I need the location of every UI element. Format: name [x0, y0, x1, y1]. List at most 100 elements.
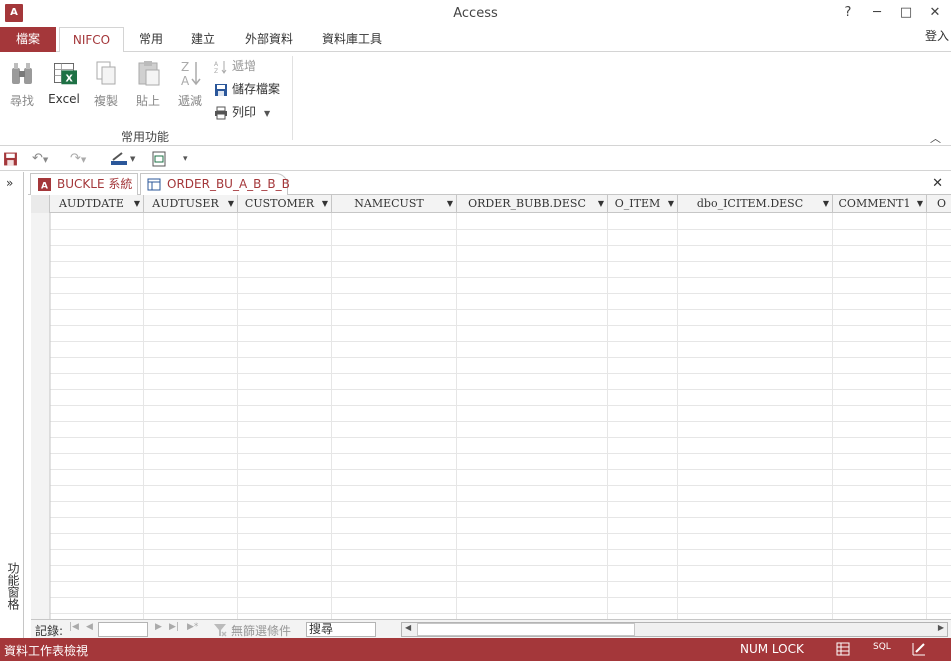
column-header[interactable]: CUSTOMER ▼: [238, 195, 332, 213]
undo-icon[interactable]: ↶▼: [32, 150, 48, 168]
customize-qat-icon[interactable]: ▾: [183, 150, 188, 168]
sort-az-icon: A Z: [214, 60, 227, 74]
descending-label: 遞減: [177, 94, 202, 108]
save-file-button[interactable]: 儲存檔案: [214, 79, 280, 99]
doctab-label: ORDER_BU_A_B_B_B: [167, 177, 290, 191]
status-bar: 資料工作表檢視 NUM LOCK SQL: [0, 638, 951, 661]
doctab-order-query[interactable]: ORDER_BU_A_B_B_B: [140, 173, 290, 195]
design-view-icon[interactable]: [912, 642, 926, 656]
excel-label: Excel: [48, 92, 80, 106]
ribbon-group-divider: [292, 56, 293, 140]
ribbon-tabs: 檔案 NIFCO 常用 建立 外部資料 資料庫工具: [0, 27, 951, 53]
navigation-pane: » 功能窗格: [0, 172, 24, 638]
scrollbar-thumb[interactable]: [417, 623, 635, 636]
last-record-icon[interactable]: ▶|: [169, 622, 179, 632]
column-dropdown-icon[interactable]: ▼: [134, 195, 140, 212]
column-header[interactable]: AUDTUSER ▼: [144, 195, 238, 213]
sort-descending-button[interactable]: Z A 遞減: [170, 58, 210, 109]
clipboard-icon: [138, 61, 160, 86]
column-header[interactable]: AUDTDATE ▼: [50, 195, 144, 213]
column-header[interactable]: ORDER_BUBB.DESC ▼: [457, 195, 608, 213]
print-button[interactable]: 列印 ▼: [214, 102, 270, 122]
design-view-icon[interactable]: [110, 150, 128, 168]
copy-button[interactable]: 複製: [86, 58, 126, 109]
collapse-ribbon-icon[interactable]: ︿: [930, 130, 941, 146]
sql-view-button[interactable]: SQL: [873, 642, 891, 652]
column-dropdown-icon[interactable]: ▼: [228, 195, 234, 212]
datasheet-view-icon[interactable]: [836, 642, 850, 656]
tab-external-data[interactable]: 外部資料: [236, 27, 302, 52]
copy-icon: [96, 61, 116, 85]
datasheet-grid[interactable]: AUDTDATE ▼ AUDTUSER ▼ CUSTOMER ▼ NAMECUST ▼ …: [31, 195, 951, 619]
tab-nifco[interactable]: NIFCO: [59, 27, 124, 53]
column-dropdown-icon[interactable]: ▼: [598, 195, 604, 212]
close-button[interactable]: ✕: [924, 4, 946, 22]
ribbon: 尋找 X Excel 複製 貼上 Z A 遞減 A Z 遞增 儲存檔案 列印 ▼…: [0, 52, 951, 146]
window-title: Access: [453, 6, 498, 21]
svg-text:A: A: [181, 74, 190, 88]
column-header[interactable]: O_ITEM ▼: [608, 195, 678, 213]
no-filter-icon[interactable]: [213, 623, 227, 637]
column-header[interactable]: O: [927, 195, 951, 213]
title-bar: A Access ? ─ □ ✕: [0, 0, 951, 28]
column-dropdown-icon[interactable]: ▼: [668, 195, 674, 212]
nav-pane-expand-icon[interactable]: »: [6, 176, 13, 190]
help-button[interactable]: ?: [837, 4, 859, 22]
scroll-right-icon[interactable]: ▶: [938, 623, 944, 632]
column-dropdown-icon[interactable]: ▼: [917, 195, 923, 212]
doctab-label: BUCKLE 系統: [57, 177, 133, 191]
minimize-button[interactable]: ─: [866, 4, 888, 22]
filter-status[interactable]: 無篩選條件: [231, 622, 291, 639]
find-button[interactable]: 尋找: [2, 58, 42, 109]
sort-ascending-button[interactable]: A Z 遞增: [214, 56, 256, 76]
search-input[interactable]: 搜尋: [306, 622, 376, 637]
svg-text:Z: Z: [181, 60, 189, 74]
paste-label: 貼上: [135, 94, 160, 108]
record-navigation-bar: 記錄: |◀ ◀ ▶ ▶| ▶* 無篩選條件 搜尋 ◀ ▶: [31, 619, 951, 638]
tab-file[interactable]: 檔案: [0, 27, 56, 52]
print-label: 列印: [232, 105, 257, 119]
doctab-buckle-system[interactable]: A BUCKLE 系統: [30, 173, 138, 195]
previous-record-icon[interactable]: ◀: [86, 622, 93, 632]
sort-za-icon: Z A: [181, 60, 201, 88]
first-record-icon[interactable]: |◀: [69, 622, 79, 632]
datasheet-rows: [31, 213, 951, 619]
column-dropdown-icon[interactable]: ▼: [322, 195, 328, 212]
close-document-icon[interactable]: ✕: [932, 176, 943, 191]
excel-button[interactable]: X Excel: [44, 58, 84, 106]
horizontal-scrollbar[interactable]: ◀ ▶: [401, 622, 948, 637]
svg-text:A: A: [41, 182, 48, 192]
ascending-label: 遞增: [232, 59, 257, 73]
design-view-dropdown-icon[interactable]: ▼: [130, 150, 135, 168]
column-header[interactable]: dbo_ICITEM.DESC ▼: [678, 195, 833, 213]
query-icon: [147, 178, 161, 191]
column-header[interactable]: NAMECUST ▼: [332, 195, 457, 213]
qat-save-icon[interactable]: [3, 150, 18, 168]
column-dropdown-icon[interactable]: ▼: [823, 195, 829, 212]
document-tabs: A BUCKLE 系統 ORDER_BU_A_B_B_B ✕: [28, 172, 951, 195]
tab-create[interactable]: 建立: [182, 27, 224, 52]
paste-button[interactable]: 貼上: [128, 58, 168, 109]
nav-pane-label[interactable]: 功能窗格: [5, 562, 22, 610]
new-record-icon[interactable]: ▶*: [187, 622, 198, 632]
print-dropdown-icon[interactable]: ▼: [264, 109, 270, 118]
tab-home[interactable]: 常用: [130, 27, 172, 52]
current-record-input[interactable]: [98, 622, 148, 637]
find-label: 尋找: [9, 94, 34, 108]
redo-icon[interactable]: ↷▼: [70, 150, 86, 168]
record-label: 記錄:: [35, 624, 64, 638]
svg-text:Z: Z: [214, 68, 218, 74]
numlock-indicator: NUM LOCK: [740, 642, 804, 656]
binoculars-icon: [12, 63, 32, 84]
select-all-corner[interactable]: [31, 195, 50, 213]
form-view-icon[interactable]: [152, 150, 166, 168]
excel-icon: X: [54, 63, 77, 85]
printer-icon: [215, 106, 227, 119]
column-dropdown-icon[interactable]: ▼: [447, 195, 453, 212]
maximize-button[interactable]: □: [895, 4, 917, 22]
sign-in-link[interactable]: 登入: [925, 27, 949, 44]
scroll-left-icon[interactable]: ◀: [405, 623, 411, 632]
column-header[interactable]: COMMENT1 ▼: [833, 195, 927, 213]
tab-database-tools[interactable]: 資料庫工具: [314, 27, 390, 52]
next-record-icon[interactable]: ▶: [155, 622, 162, 632]
